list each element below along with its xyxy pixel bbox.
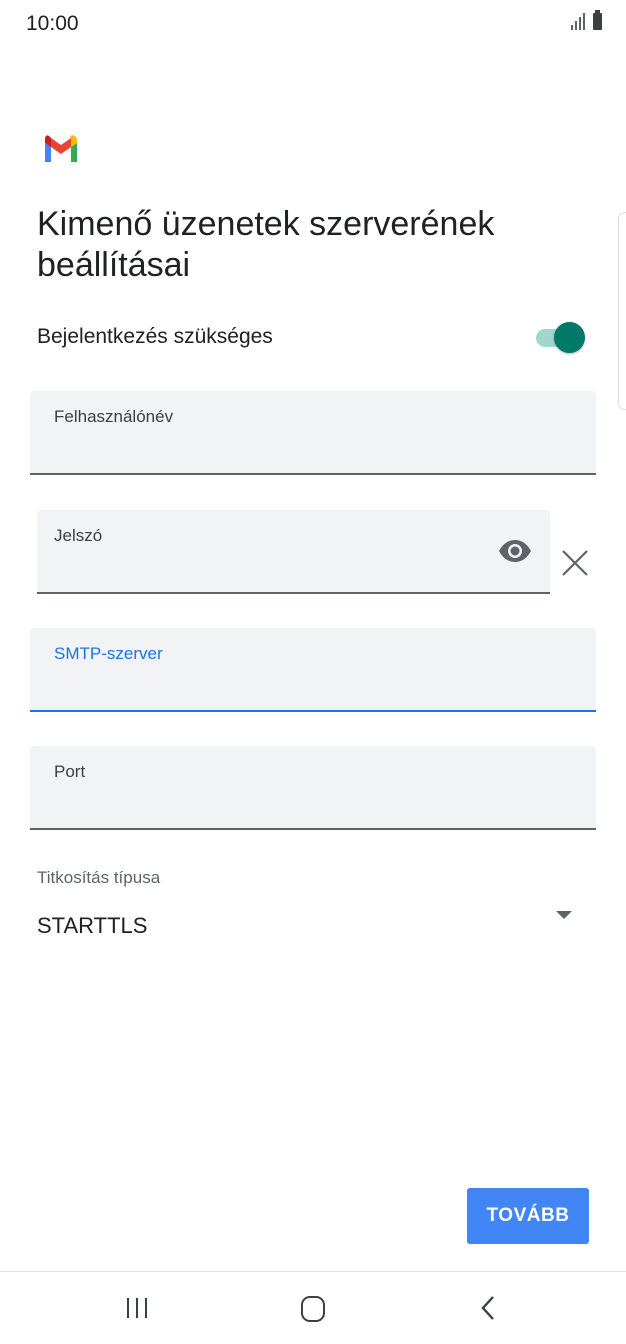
password-label: Jelszó <box>54 526 103 545</box>
smtp-server-field[interactable]: SMTP-szerver <box>30 628 596 712</box>
port-field[interactable]: Port <box>30 746 596 830</box>
encryption-type-select[interactable]: STARTTLS <box>37 905 582 945</box>
status-time: 10:00 <box>26 12 79 35</box>
smtp-server-label: SMTP-szerver <box>54 644 163 663</box>
clear-password-icon[interactable] <box>561 549 589 577</box>
signal-icon <box>571 12 585 30</box>
encryption-type-value: STARTTLS <box>37 913 148 938</box>
next-button[interactable]: TOVÁBB <box>467 1188 589 1244</box>
password-field[interactable]: Jelszó <box>37 510 550 594</box>
port-label: Port <box>54 762 86 781</box>
dropdown-arrow-icon <box>556 911 572 919</box>
username-label: Felhasználónév <box>54 407 174 426</box>
toggle-thumb <box>554 322 585 353</box>
recent-apps-icon[interactable] <box>127 1298 147 1318</box>
screen: 10:00 Kimenő üzenetek szerverének beállí… <box>0 0 626 1344</box>
login-required-label: Bejelentkezés szükséges <box>37 325 273 348</box>
username-field[interactable]: Felhasználónév <box>30 391 596 475</box>
battery-icon <box>593 10 602 30</box>
page-title: Kimenő üzenetek szerverének beállításai <box>37 205 495 284</box>
back-icon[interactable] <box>478 1295 498 1321</box>
status-icons <box>571 10 602 30</box>
eye-icon[interactable] <box>498 540 532 562</box>
nav-divider <box>0 1271 626 1272</box>
login-required-toggle[interactable] <box>536 320 586 354</box>
gmail-logo <box>45 135 77 162</box>
encryption-type-label: Titkosítás típusa <box>37 868 161 887</box>
edge-panel-handle[interactable] <box>618 212 626 410</box>
home-icon[interactable] <box>301 1296 325 1322</box>
